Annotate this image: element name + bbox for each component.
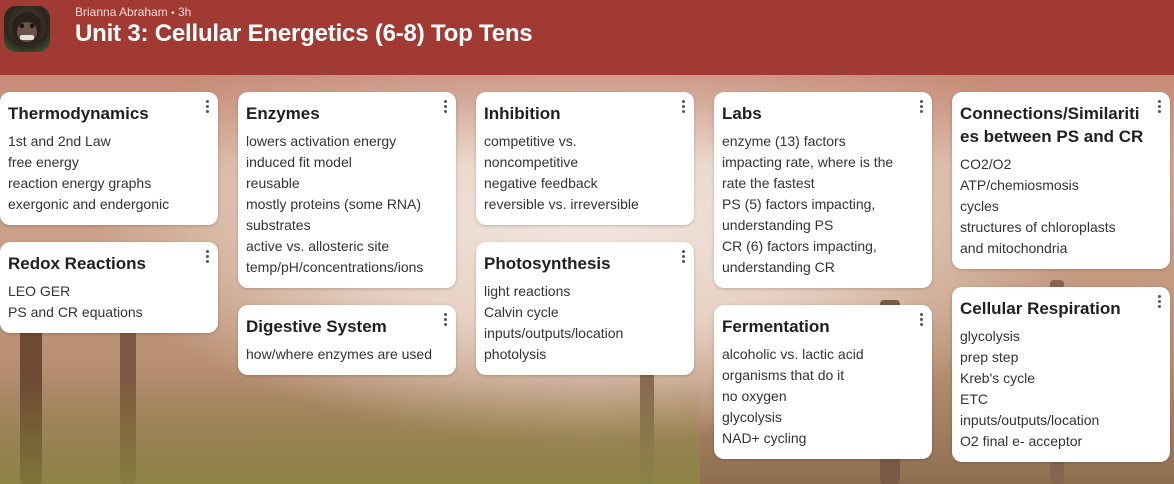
- more-options-icon[interactable]: [204, 100, 210, 116]
- more-options-icon[interactable]: [680, 100, 686, 116]
- card-title: Labs: [722, 104, 762, 123]
- card-body: glycolysis prep step Kreb's cycle ETC in…: [960, 328, 1100, 449]
- card-title: Photosynthesis: [484, 254, 611, 273]
- meta-separator: •: [171, 8, 175, 19]
- card-redox-reactions[interactable]: Redox Reactions LEO GER PS and CR equati…: [0, 242, 218, 333]
- card-labs[interactable]: Labs enzyme (13) factors impacting rate,…: [714, 92, 932, 288]
- card-digestive-system[interactable]: Digestive System how/where enzymes are u…: [238, 305, 456, 375]
- card-body: LEO GER PS and CR equations: [8, 283, 143, 320]
- card-body: light reactions Calvin cycle inputs/outp…: [484, 283, 624, 362]
- card-thermodynamics[interactable]: Thermodynamics 1st and 2nd Law free ener…: [0, 92, 218, 225]
- card-connections-ps-cr[interactable]: Connections/Similarities between PS and …: [952, 92, 1170, 269]
- more-options-icon[interactable]: [1156, 295, 1162, 311]
- card-title: Redox Reactions: [8, 254, 146, 273]
- card-title: Enzymes: [246, 104, 320, 123]
- more-options-icon[interactable]: [442, 100, 448, 116]
- card-enzymes[interactable]: Enzymes lowers activation energy induced…: [238, 92, 456, 288]
- card-inhibition[interactable]: Inhibition competitive vs. noncompetitiv…: [476, 92, 694, 225]
- board-header: Brianna Abraham • 3h Unit 3: Cellular En…: [0, 0, 1174, 75]
- card-body: CO2/O2 ATP/chemiosmosis cycles structure…: [960, 156, 1116, 256]
- post-time: 3h: [177, 5, 192, 19]
- post-meta: Brianna Abraham • 3h: [75, 5, 191, 19]
- card-title: Cellular Respiration: [960, 299, 1121, 318]
- card-title: Fermentation: [722, 317, 830, 336]
- card-photosynthesis[interactable]: Photosynthesis light reactions Calvin cy…: [476, 242, 694, 375]
- card-title: Inhibition: [484, 104, 561, 123]
- card-title: Connections/Similarities between PS and …: [960, 104, 1144, 146]
- card-body: lowers activation energy induced fit mod…: [246, 133, 424, 275]
- more-options-icon[interactable]: [918, 100, 924, 116]
- avatar[interactable]: [4, 6, 50, 52]
- card-body: enzyme (13) factors impacting rate, wher…: [722, 133, 894, 275]
- chimp-avatar-icon: [12, 12, 42, 44]
- card-body: competitive vs. noncompetitive negative …: [484, 133, 639, 212]
- more-options-icon[interactable]: [680, 250, 686, 266]
- card-title: Thermodynamics: [8, 104, 149, 123]
- card-title: Digestive System: [246, 317, 387, 336]
- card-body: 1st and 2nd Law free energy reaction ene…: [8, 133, 170, 212]
- more-options-icon[interactable]: [442, 313, 448, 329]
- background-grass: [0, 380, 700, 484]
- card-body: alcoholic vs. lactic acid organisms that…: [722, 346, 864, 446]
- card-cellular-respiration[interactable]: Cellular Respiration glycolysis prep ste…: [952, 287, 1170, 462]
- author-name[interactable]: Brianna Abraham: [75, 5, 168, 19]
- card-fermentation[interactable]: Fermentation alcoholic vs. lactic acid o…: [714, 305, 932, 459]
- more-options-icon[interactable]: [204, 250, 210, 266]
- more-options-icon[interactable]: [1156, 100, 1162, 116]
- board-title: Unit 3: Cellular Energetics (6-8) Top Te…: [75, 20, 533, 47]
- more-options-icon[interactable]: [918, 313, 924, 329]
- card-body: how/where enzymes are used: [246, 346, 432, 362]
